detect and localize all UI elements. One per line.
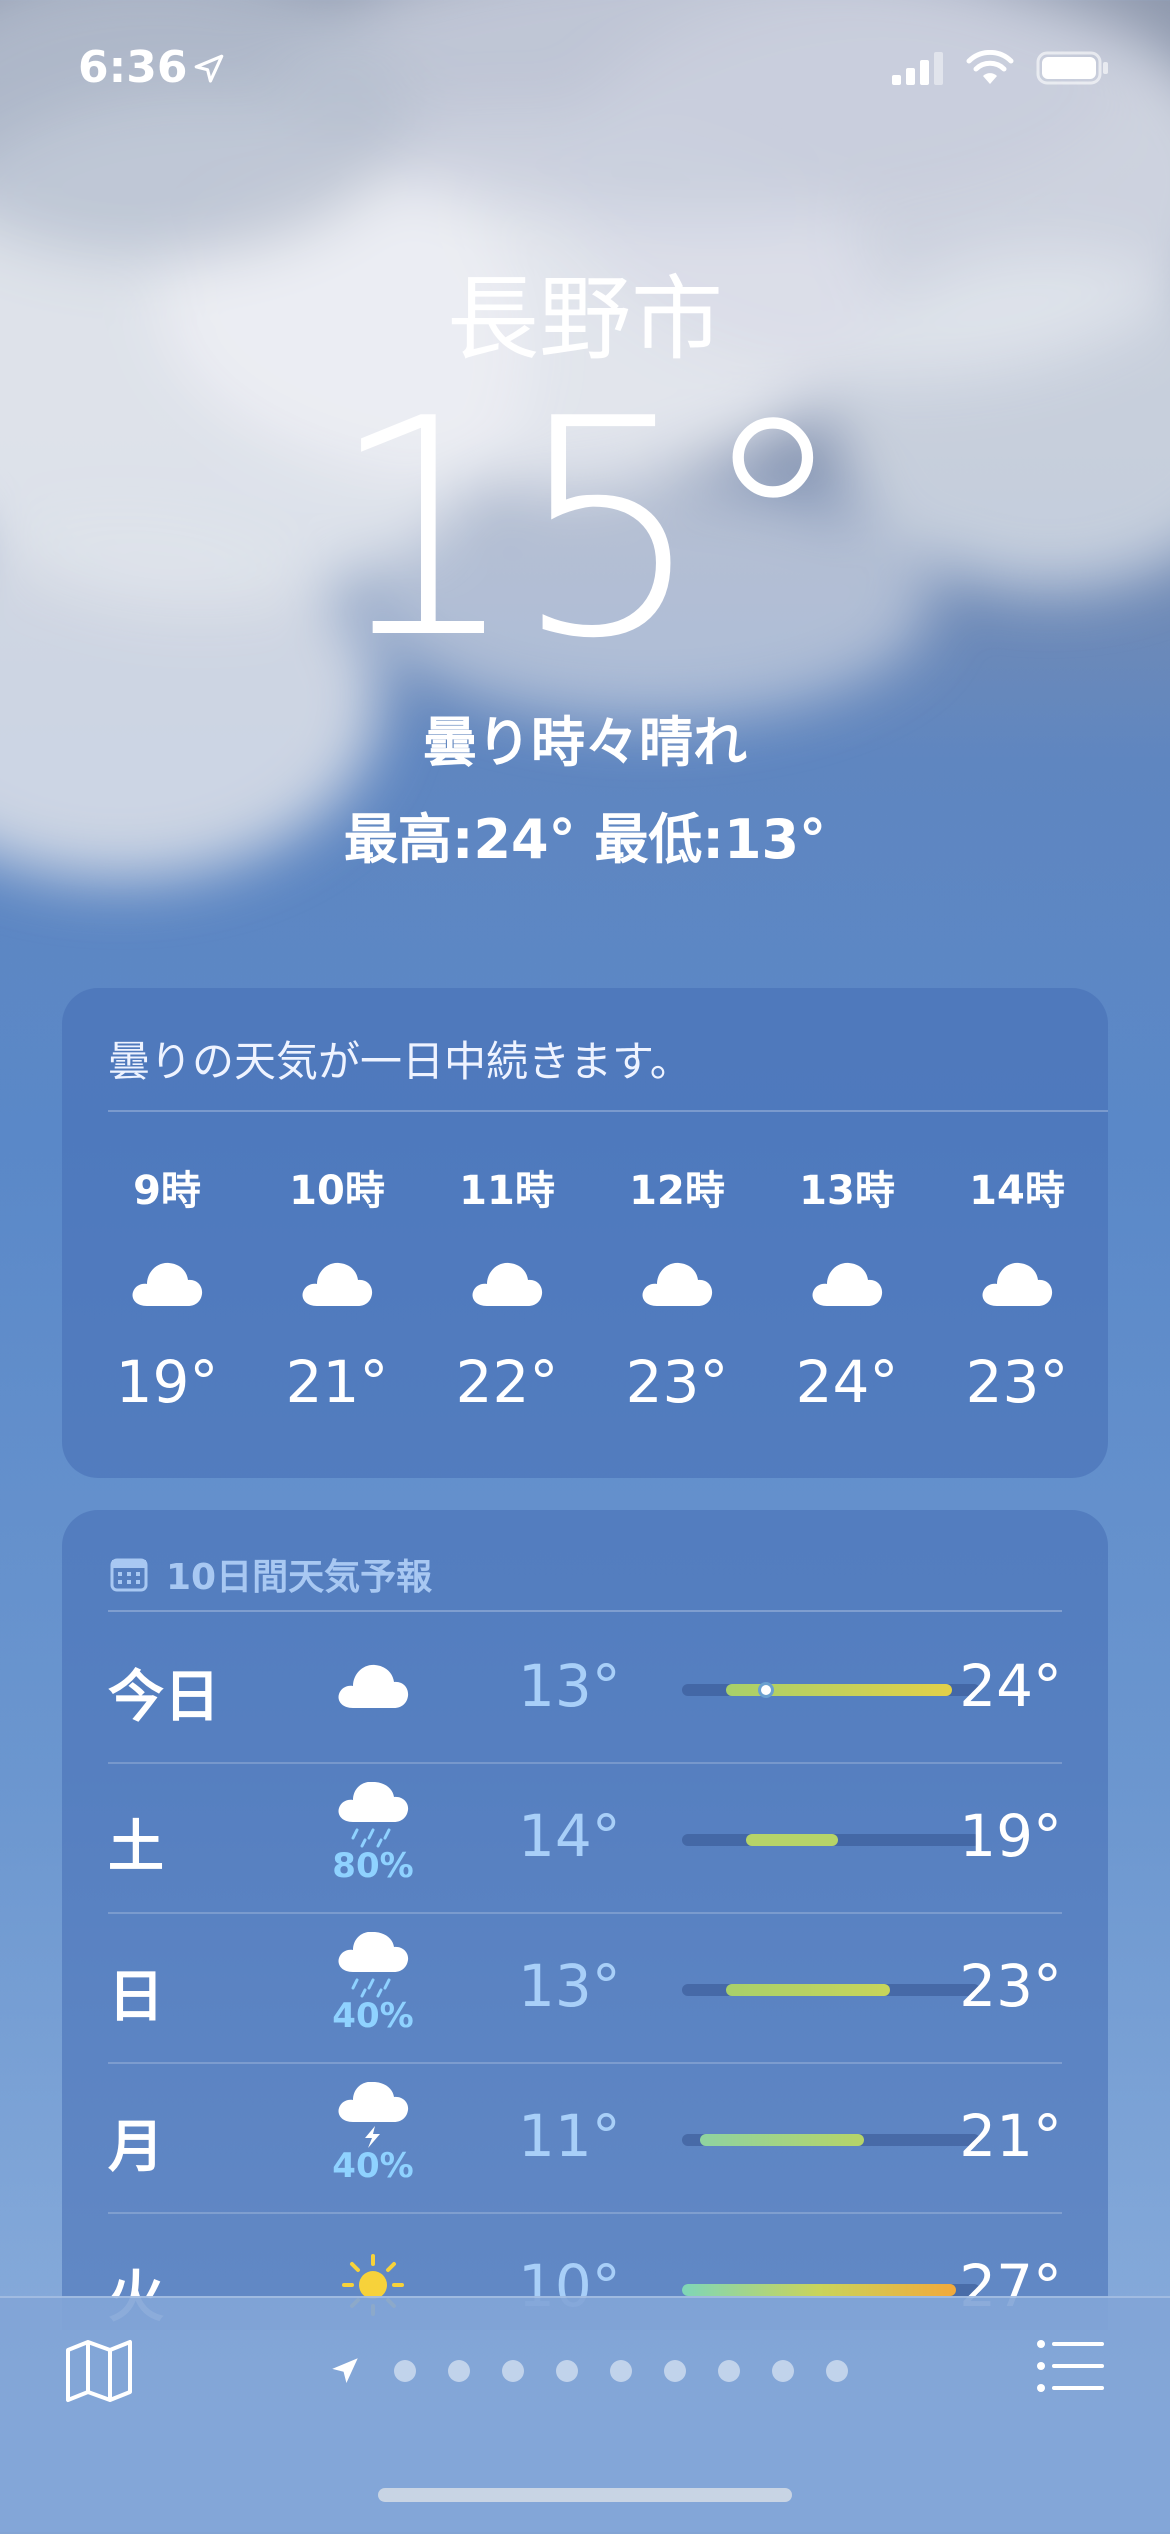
- status-time: 6:36: [78, 42, 188, 93]
- temp-range-fill: [700, 2134, 864, 2146]
- temp-range-bar: [682, 1984, 980, 1996]
- page-dot[interactable]: [394, 2360, 416, 2382]
- temp-range-fill: [726, 1984, 890, 1996]
- hour-item: 9時 19°: [82, 1158, 252, 1416]
- page-dot[interactable]: [502, 2360, 524, 2382]
- condition-text: 曇り時々晴れ: [423, 711, 747, 774]
- page-indicator[interactable]: [328, 2354, 848, 2388]
- hour-temp: 23°: [625, 1348, 729, 1416]
- day-label: 今日: [108, 1665, 220, 1730]
- cloud-icon: [982, 1262, 1053, 1306]
- hour-temp: 22°: [455, 1348, 559, 1416]
- day-low: 13°: [518, 1952, 621, 2020]
- forecast-summary: 曇りの天気が一日中続きます。: [108, 1037, 692, 1086]
- cloud-icon: [132, 1262, 203, 1306]
- list-icon[interactable]: [1036, 2338, 1106, 2394]
- ten-day-forecast-card[interactable]: 10日間天気予報 今日 13° 24° 土 80% 14° 19° 日 40% …: [62, 1510, 1108, 2330]
- hour-item: 12時 23°: [592, 1158, 762, 1416]
- day-row[interactable]: 日 40% 13° 23°: [108, 1912, 1062, 2064]
- day-label: 月: [108, 2115, 164, 2180]
- day-high: 19°: [959, 1802, 1062, 1870]
- day-row[interactable]: 月 40% 11° 21°: [108, 2062, 1062, 2214]
- hour-item: 11時 22°: [422, 1158, 592, 1416]
- ten-day-header: 10日間天気予報: [110, 1548, 432, 1600]
- current-temp-dot: [758, 1682, 774, 1698]
- location-arrow-icon: [194, 54, 224, 83]
- temp-range-bar: [682, 2284, 980, 2296]
- hour-temp: 21°: [285, 1348, 389, 1416]
- page-dot[interactable]: [610, 2360, 632, 2382]
- day-high: 24°: [959, 1652, 1062, 1720]
- hourly-list[interactable]: 9時 19° 10時 21° 11時 22° 12時 23° 13時 24° 1…: [82, 1158, 1102, 1416]
- battery-icon: [1036, 51, 1108, 85]
- temp-range-fill: [682, 2284, 956, 2296]
- day-high: 21°: [959, 2102, 1062, 2170]
- day-label: 日: [108, 1965, 164, 2030]
- ten-day-title: 10日間天気予報: [166, 1557, 433, 1598]
- hour-time: 12時: [629, 1168, 725, 1214]
- hour-time: 11時: [459, 1168, 555, 1214]
- location-arrow-icon: [332, 2358, 358, 2384]
- cloud-rain-icon: [338, 1931, 409, 1998]
- current-temperature: 15°: [328, 355, 848, 704]
- hour-time: 14時: [969, 1168, 1065, 1214]
- day-low: 11°: [518, 2102, 621, 2170]
- calendar-icon: [110, 1558, 148, 1592]
- page-dot[interactable]: [772, 2360, 794, 2382]
- map-icon[interactable]: [64, 2338, 134, 2404]
- precip-chance: 40%: [332, 2146, 414, 2186]
- hourly-forecast-card[interactable]: 曇りの天気が一日中続きます。 9時 19° 10時 21° 11時 22° 12…: [62, 988, 1108, 1478]
- cloud-bolt-icon: [338, 2081, 409, 2148]
- divider: [108, 1110, 1108, 1112]
- precip-chance: 80%: [332, 1846, 414, 1886]
- hour-item: 10時 21°: [252, 1158, 422, 1416]
- day-high: 23°: [959, 1952, 1062, 2020]
- day-low: 14°: [518, 1802, 621, 1870]
- hour-item: 14時 23°: [932, 1158, 1102, 1416]
- cellular-signal-icon: [892, 52, 943, 85]
- page-dot[interactable]: [448, 2360, 470, 2382]
- cloud-icon: [642, 1262, 713, 1306]
- hour-temp: 23°: [965, 1348, 1069, 1416]
- hour-time: 13時: [799, 1168, 895, 1214]
- precip-chance: 40%: [332, 1996, 414, 2036]
- page-dot[interactable]: [664, 2360, 686, 2382]
- hour-temp: 19°: [115, 1348, 219, 1416]
- cloud-rain-icon: [338, 1781, 409, 1848]
- temp-range-bar: [682, 1682, 980, 1698]
- cloud-icon: [472, 1262, 543, 1306]
- page-dot[interactable]: [718, 2360, 740, 2382]
- page-dot[interactable]: [556, 2360, 578, 2382]
- cloud-icon: [812, 1262, 883, 1306]
- wifi-icon: [966, 50, 1014, 84]
- day-row[interactable]: 今日 13° 24°: [108, 1612, 1062, 1764]
- day-low: 13°: [518, 1652, 621, 1720]
- page-dot[interactable]: [826, 2360, 848, 2382]
- current-weather: 長野市 15° 曇り時々晴れ 最高:24° 最低:13°: [0, 270, 1170, 874]
- hour-time: 10時: [289, 1168, 385, 1214]
- hour-item: 13時 24°: [762, 1158, 932, 1416]
- hour-temp: 24°: [795, 1348, 899, 1416]
- high-low-text: 最高:24° 最低:13°: [343, 808, 827, 871]
- temp-range-fill: [746, 1834, 838, 1846]
- cloud-icon: [338, 1664, 409, 1708]
- status-bar: 6:36: [0, 0, 1170, 150]
- temp-range-bar: [682, 1834, 980, 1846]
- temp-range-bar: [682, 2134, 980, 2146]
- day-row[interactable]: 土 80% 14° 19°: [108, 1762, 1062, 1914]
- cloud-icon: [302, 1262, 373, 1306]
- home-indicator[interactable]: [378, 2488, 792, 2502]
- day-label: 土: [108, 1815, 164, 1880]
- hour-time: 9時: [133, 1168, 201, 1214]
